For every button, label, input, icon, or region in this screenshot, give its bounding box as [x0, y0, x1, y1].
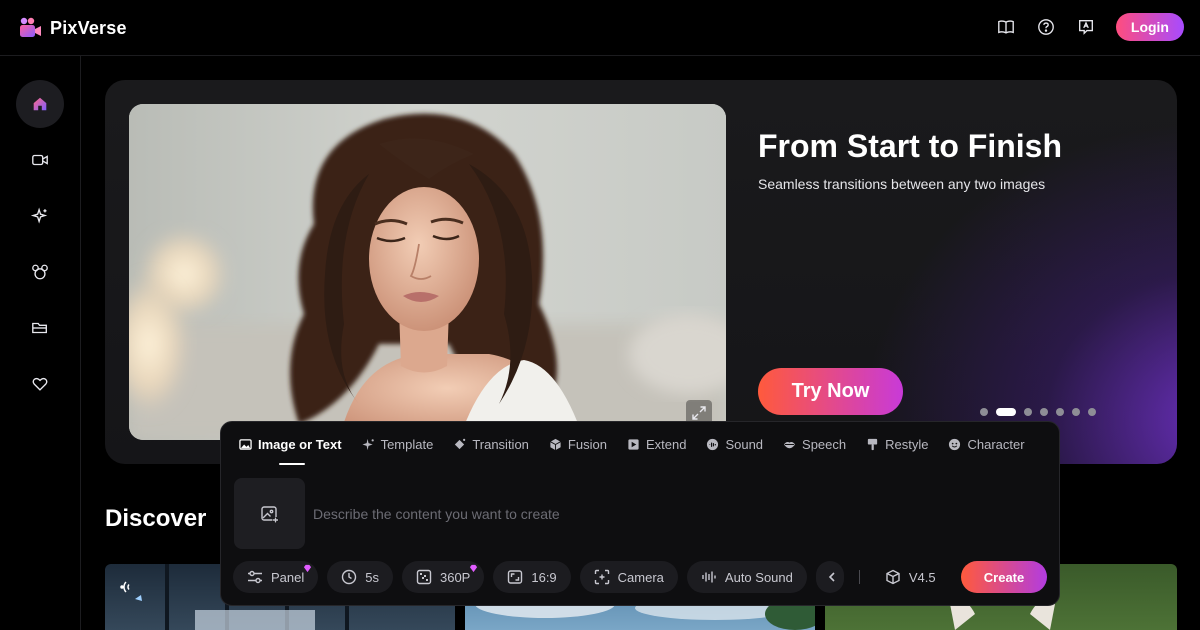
- create-panel: Image or Text Template Transition Fusion…: [220, 421, 1060, 606]
- premium-gem-icon: [304, 564, 312, 573]
- face-icon: [948, 438, 961, 451]
- add-image-icon: [260, 505, 278, 523]
- sidebar-item-video[interactable]: [16, 136, 64, 184]
- panel-button[interactable]: Panel: [233, 561, 319, 593]
- try-now-button[interactable]: Try Now: [758, 368, 903, 415]
- mode-tabs: Image or Text Template Transition Fusion…: [221, 422, 1059, 466]
- auto-sound-button[interactable]: Auto Sound: [686, 561, 807, 593]
- book-icon[interactable]: [996, 17, 1016, 37]
- sidebar-item-ai[interactable]: [16, 192, 64, 240]
- sound-icon: [706, 438, 719, 451]
- camera-button[interactable]: Camera: [579, 561, 678, 593]
- brush-icon: [866, 438, 879, 451]
- duration-button[interactable]: 5s: [327, 561, 393, 593]
- tab-speech[interactable]: Speech: [783, 422, 846, 466]
- video-icon: [32, 154, 48, 166]
- carousel-dot[interactable]: [1072, 408, 1080, 416]
- camera-focus-icon: [594, 569, 610, 585]
- transition-icon: [453, 438, 466, 451]
- carousel-dots: [980, 408, 1096, 416]
- tab-template[interactable]: Template: [362, 422, 434, 466]
- tab-label: Restyle: [885, 436, 929, 452]
- toolbar-divider: [858, 570, 860, 584]
- top-header: PixVerse Login: [0, 0, 1200, 56]
- aspect-ratio-label: 16:9: [531, 569, 557, 585]
- folder-icon: [32, 322, 47, 334]
- tab-restyle[interactable]: Restyle: [866, 422, 928, 466]
- discover-heading: Discover: [105, 505, 207, 532]
- panel-label: Panel: [271, 569, 305, 585]
- logo-icon: [20, 17, 41, 37]
- model-selector[interactable]: V4.5: [875, 569, 946, 585]
- hero-title: From Start to Finish: [758, 128, 1062, 164]
- tab-transition[interactable]: Transition: [453, 422, 529, 466]
- carousel-dot[interactable]: [1024, 408, 1032, 416]
- resolution-button[interactable]: 360P: [401, 561, 485, 593]
- sidebar: [0, 56, 81, 630]
- auto-sound-label: Auto Sound: [724, 569, 793, 585]
- tab-fusion[interactable]: Fusion: [549, 422, 607, 466]
- extend-icon: [627, 438, 640, 451]
- tab-label: Speech: [802, 436, 847, 452]
- resolution-icon: [416, 569, 432, 585]
- sidebar-item-home[interactable]: [16, 80, 64, 128]
- sparkle-icon: [31, 207, 48, 224]
- hero-subtitle: Seamless transitions between any two ima…: [758, 176, 1046, 192]
- sliders-icon: [247, 569, 263, 585]
- image-upload-button[interactable]: [234, 478, 305, 549]
- carousel-dot[interactable]: [1088, 408, 1096, 416]
- sidebar-item-characters[interactable]: [16, 248, 64, 296]
- tab-label: Transition: [472, 436, 529, 452]
- tab-label: Extend: [645, 436, 687, 452]
- tab-sound[interactable]: Sound: [706, 422, 763, 466]
- tab-label: Fusion: [567, 436, 607, 452]
- sidebar-item-favorites[interactable]: [16, 360, 64, 408]
- help-icon[interactable]: [1036, 17, 1056, 37]
- prompt-input[interactable]: [313, 502, 913, 526]
- image-icon: [239, 438, 252, 451]
- hero-image[interactable]: [129, 104, 726, 440]
- tab-label: Character: [967, 436, 1025, 452]
- audio-waves-icon: [120, 581, 130, 593]
- premium-gem-icon: [470, 564, 478, 573]
- logo[interactable]: PixVerse: [18, 16, 127, 40]
- carousel-dot[interactable]: [980, 408, 988, 416]
- logo-text: PixVerse: [50, 17, 127, 38]
- feedback-icon[interactable]: [1076, 17, 1096, 37]
- aspect-ratio-icon: [507, 569, 523, 585]
- tab-label: Image or Text: [258, 436, 342, 452]
- cube-outline-icon: [885, 569, 901, 585]
- mouse-ears-icon: [32, 264, 48, 280]
- sidebar-item-folder[interactable]: [16, 304, 64, 352]
- tab-image-or-text[interactable]: Image or Text: [239, 422, 342, 466]
- create-button[interactable]: Create: [961, 561, 1047, 593]
- generation-toolbar: Panel 5s 360P 16:9 Camera Auto Sound V4.…: [233, 561, 946, 593]
- carousel-dot[interactable]: [1056, 408, 1064, 416]
- portrait-illustration: [129, 104, 726, 440]
- model-label: V4.5: [908, 569, 936, 585]
- resolution-label: 360P: [439, 569, 471, 585]
- login-button[interactable]: Login: [1115, 13, 1184, 41]
- lips-icon: [783, 438, 796, 451]
- sparkle-icon: [362, 438, 375, 451]
- carousel-dot-active[interactable]: [996, 408, 1016, 416]
- more-options-button[interactable]: [815, 561, 844, 593]
- heart-icon: [32, 377, 48, 391]
- aspect-ratio-button[interactable]: 16:9: [493, 561, 571, 593]
- tab-extend[interactable]: Extend: [627, 422, 686, 466]
- cube-icon: [549, 438, 562, 451]
- tab-label: Template: [380, 436, 434, 452]
- chevron-left-icon: [826, 569, 838, 585]
- tab-character[interactable]: Character: [948, 422, 1025, 466]
- hero-banner: From Start to Finish Seamless transition…: [105, 80, 1177, 464]
- duration-label: 5s: [365, 569, 379, 585]
- home-icon: [33, 97, 47, 111]
- camera-label: Camera: [617, 569, 664, 585]
- clock-icon: [341, 569, 357, 585]
- tab-label: Sound: [725, 436, 764, 452]
- carousel-dot[interactable]: [1040, 408, 1048, 416]
- waveform-icon: [701, 569, 717, 585]
- expand-icon: [692, 406, 706, 420]
